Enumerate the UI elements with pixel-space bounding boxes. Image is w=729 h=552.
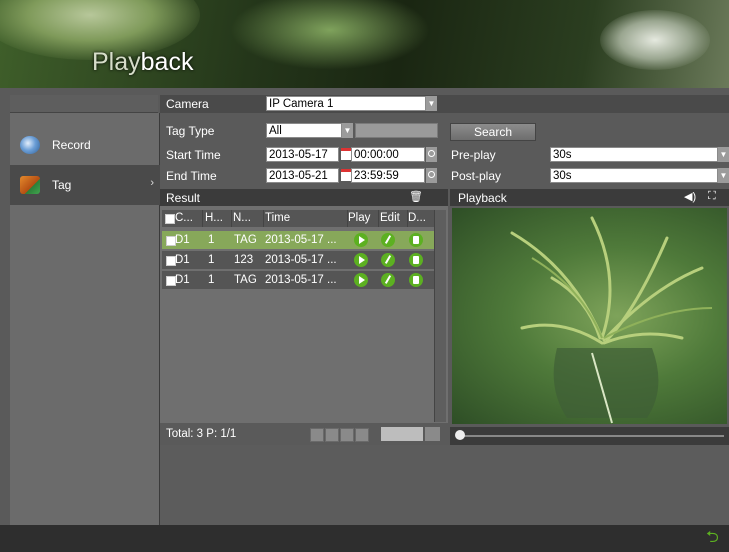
chevron-down-icon[interactable]: ▼ <box>718 168 729 183</box>
first-page-icon[interactable] <box>310 428 324 442</box>
sidebar-item-label: Tag <box>52 178 72 192</box>
calendar-icon[interactable] <box>341 169 351 181</box>
sidebar-item-tag[interactable]: Tag › <box>10 165 160 205</box>
playback-progress-handle[interactable] <box>455 430 465 440</box>
column-header[interactable]: Time <box>263 210 348 227</box>
column-header[interactable]: Play <box>347 210 379 227</box>
row-name: TAG <box>234 274 257 286</box>
row-time: 2013-05-17 ... <box>265 274 337 286</box>
tag-keyword-input[interactable] <box>355 123 438 138</box>
preplay-label: Pre-play <box>451 148 496 162</box>
row-time: 2013-05-17 ... <box>265 254 337 266</box>
sidebar-item-label: Record <box>52 138 91 152</box>
prev-page-icon[interactable] <box>325 428 339 442</box>
table-row[interactable]: D1 1 123 2013-05-17 ... <box>162 251 434 269</box>
playback-progress-track[interactable] <box>462 435 724 437</box>
tag-type-label: Tag Type <box>166 124 215 138</box>
row-time: 2013-05-17 ... <box>265 234 337 246</box>
status-bar <box>0 525 729 552</box>
delete-icon[interactable] <box>409 273 423 287</box>
playback-video <box>452 208 727 424</box>
result-header <box>160 189 448 206</box>
table-row[interactable]: D1 1 TAG 2013-05-17 ... <box>162 271 434 289</box>
row-h: 1 <box>208 274 215 286</box>
delete-icon[interactable] <box>409 233 423 247</box>
row-name: 123 <box>234 254 254 266</box>
row-h: 1 <box>208 254 215 266</box>
record-icon <box>20 136 40 154</box>
start-time-label: Start Time <box>166 148 221 162</box>
row-camera: D1 <box>175 234 190 246</box>
result-total: Total: 3 P: 1/1 <box>166 428 237 440</box>
start-date-field[interactable]: 2013-05-17 <box>266 147 339 162</box>
row-camera: D1 <box>175 274 190 286</box>
postplay-select[interactable]: 30s <box>550 168 718 183</box>
row-h: 1 <box>208 234 215 246</box>
page-title: Playback <box>92 48 194 76</box>
postplay-label: Post-play <box>451 169 502 183</box>
delete-icon[interactable] <box>409 253 423 267</box>
chevron-right-icon: › <box>150 177 154 189</box>
calendar-icon[interactable] <box>341 148 351 160</box>
start-time-field[interactable]: 00:00:00 <box>351 147 425 162</box>
back-icon[interactable]: ⮌ <box>706 530 722 546</box>
play-icon[interactable] <box>354 233 368 247</box>
result-scrollbar[interactable] <box>434 210 446 422</box>
column-header[interactable]: D... <box>407 210 435 227</box>
camera-select[interactable]: IP Camera 1 <box>266 96 426 111</box>
preplay-select[interactable]: 30s <box>550 147 718 162</box>
playback-title: Playback <box>458 191 507 205</box>
chevron-down-icon[interactable]: ▼ <box>426 96 437 111</box>
chevron-down-icon[interactable]: ▼ <box>342 123 353 138</box>
bottom-empty-area <box>160 445 729 525</box>
chevron-down-icon[interactable]: ▼ <box>718 147 729 162</box>
trash-icon[interactable]: 🗑 <box>409 190 423 203</box>
select-all-checkbox[interactable] <box>165 214 175 224</box>
fullscreen-icon[interactable]: ⛶ <box>708 190 716 203</box>
result-title: Result <box>166 191 201 205</box>
speaker-icon[interactable]: ◀) <box>684 190 696 203</box>
row-name: TAG <box>234 234 257 246</box>
sidebar-item-record[interactable]: Record <box>10 125 160 165</box>
sidebar-header <box>10 95 158 113</box>
tag-type-select[interactable]: All <box>266 123 342 138</box>
camera-label: Camera <box>166 97 209 111</box>
sidebar: Record Tag › <box>10 113 160 525</box>
play-icon[interactable] <box>354 253 368 267</box>
column-header[interactable]: Edit <box>379 210 408 227</box>
next-page-icon[interactable] <box>340 428 354 442</box>
search-button[interactable]: Search <box>450 123 536 141</box>
end-time-label: End Time <box>166 169 217 183</box>
go-page-button[interactable] <box>425 427 440 441</box>
end-date-field[interactable]: 2013-05-21 <box>266 168 339 183</box>
edit-icon[interactable] <box>381 273 395 287</box>
column-header[interactable]: C... <box>175 210 203 227</box>
clock-icon[interactable] <box>426 168 437 183</box>
table-row[interactable]: D1 1 TAG 2013-05-17 ... <box>162 231 434 249</box>
edit-icon[interactable] <box>381 253 395 267</box>
camera-row <box>160 95 729 113</box>
tag-icon <box>20 176 40 194</box>
row-camera: D1 <box>175 254 190 266</box>
page-input[interactable] <box>381 427 423 441</box>
play-icon[interactable] <box>354 273 368 287</box>
end-time-field[interactable]: 23:59:59 <box>351 168 425 183</box>
last-page-icon[interactable] <box>355 428 369 442</box>
clock-icon[interactable] <box>426 147 437 162</box>
column-header[interactable]: N... <box>231 210 264 227</box>
edit-icon[interactable] <box>381 233 395 247</box>
column-header[interactable]: H... <box>203 210 232 227</box>
